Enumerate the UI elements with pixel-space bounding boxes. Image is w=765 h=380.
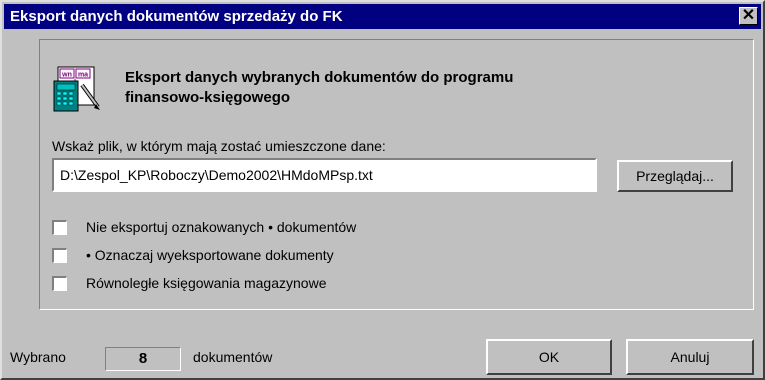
heading-line-1: Eksport danych wybranych dokumentów do p… xyxy=(125,69,514,86)
cancel-button[interactable]: Anuluj xyxy=(626,339,754,375)
checkbox[interactable] xyxy=(52,276,67,291)
selected-suffix-label: dokumentów xyxy=(193,349,273,365)
browse-button-label: Przeglądaj... xyxy=(636,168,714,184)
content-panel: wn ma Eksport danych wybranych dokumentó… xyxy=(39,39,754,310)
selected-prefix-label: Wybrano xyxy=(10,349,66,365)
wn-ma-accounting-icon: wn ma xyxy=(53,66,100,112)
window-title: Eksport danych dokumentów sprzedaży do F… xyxy=(10,8,343,25)
browse-button[interactable]: Przeglądaj... xyxy=(617,160,733,192)
ok-button[interactable]: OK xyxy=(486,339,612,375)
selected-count: 8 xyxy=(105,347,181,371)
export-dialog: Eksport danych dokumentów sprzedaży do F… xyxy=(0,0,765,380)
ok-button-label: OK xyxy=(538,349,560,365)
option-label: Równoległe księgowania magazynowe xyxy=(86,275,327,291)
option-label: • Oznaczaj wyeksportowane dokumenty xyxy=(86,247,334,263)
file-path-input[interactable] xyxy=(52,158,597,192)
cancel-button-label: Anuluj xyxy=(670,349,710,365)
close-icon: ✕ xyxy=(741,7,756,24)
heading-line-2: finansowo-księgowego xyxy=(125,89,291,106)
svg-text:ma: ma xyxy=(78,72,88,79)
svg-text:wn: wn xyxy=(61,72,72,79)
option-label: Nie eksportuj oznakowanych • dokumentów xyxy=(86,219,357,235)
title-bar[interactable]: Eksport danych dokumentów sprzedaży do F… xyxy=(4,4,761,29)
dialog-heading: Eksport danych wybranych dokumentów do p… xyxy=(125,68,685,108)
checkbox[interactable] xyxy=(52,220,67,235)
checkbox[interactable] xyxy=(52,248,67,263)
close-button[interactable]: ✕ xyxy=(739,7,758,25)
file-prompt-label: Wskaż plik, w którym mają zostać umieszc… xyxy=(52,138,386,154)
